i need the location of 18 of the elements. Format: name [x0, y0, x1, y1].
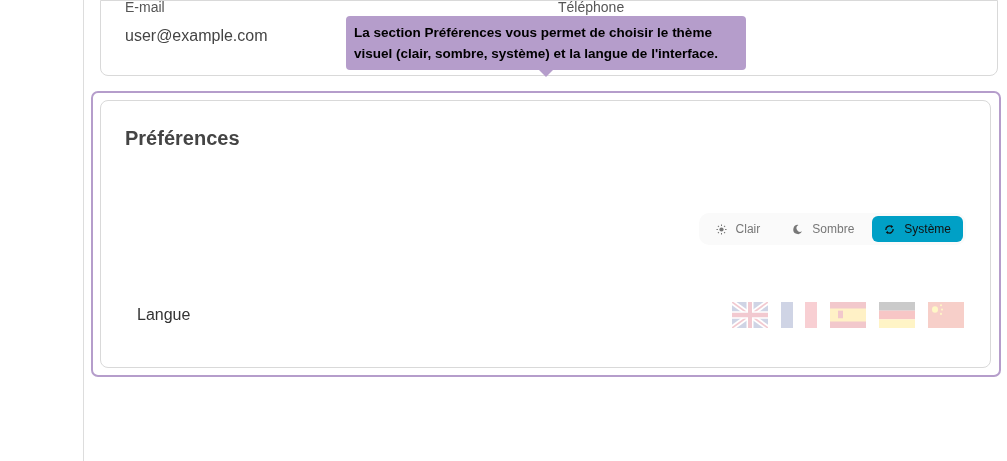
- section-title: Préférences: [125, 127, 241, 150]
- flag-icon[interactable]: [732, 302, 768, 328]
- sync-icon: [884, 223, 896, 235]
- theme-option[interactable]: Système: [872, 216, 963, 242]
- tooltip-pointer: [538, 69, 554, 77]
- field-value: user@example.com: [125, 27, 268, 45]
- tooltip: La section Préférences vous permet de choisir le thème visuel (clair, sombre, système) et la langue de l'interface.: [346, 16, 746, 70]
- flag-icon[interactable]: [928, 302, 964, 328]
- flag-icon[interactable]: [830, 302, 866, 328]
- field-label: E-mail: [125, 0, 166, 15]
- field-label: Téléphone: [558, 0, 626, 15]
- field-label: Langue: [137, 306, 191, 324]
- moon-icon: [792, 223, 804, 235]
- theme-option[interactable]: Clair: [701, 216, 775, 242]
- flag-icon[interactable]: [781, 302, 817, 328]
- flag-icon[interactable]: [879, 302, 915, 328]
- theme-option[interactable]: Sombre: [778, 216, 869, 242]
- sun-icon: [715, 223, 727, 235]
